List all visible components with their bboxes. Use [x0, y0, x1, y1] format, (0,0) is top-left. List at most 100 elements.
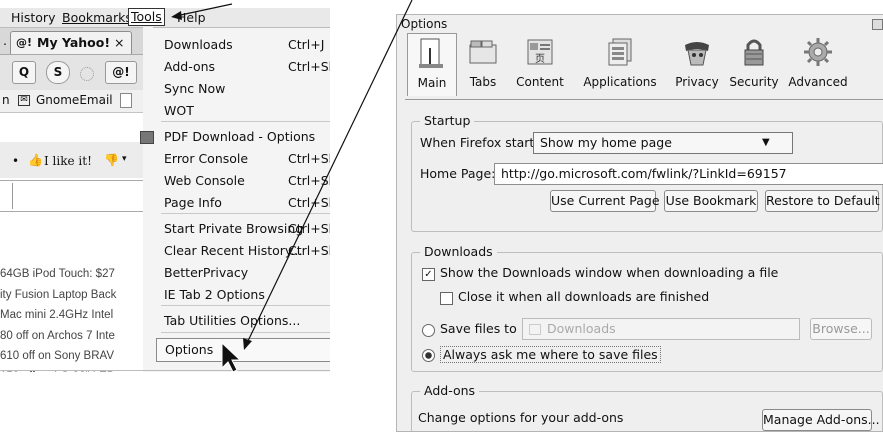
tab-security[interactable]: Security [729, 33, 779, 95]
menu-item-error-console[interactable]: Error Console Ctrl+Sh [164, 148, 330, 170]
deal-item[interactable]: ity Fusion Laptop Back [0, 285, 152, 306]
menu-item-tab-utilities-options[interactable]: Tab Utilities Options... [164, 310, 330, 332]
menu-tools[interactable]: Tools [128, 8, 165, 26]
tab-advanced-label: Advanced [788, 75, 848, 89]
menu-item-start-private-browsing[interactable]: Start Private BrowsingCtrl+Sh [164, 218, 330, 240]
menu-item-shortcut: Ctrl+Sh [288, 243, 330, 258]
gear-icon [803, 37, 833, 67]
menu-item-shortcut: Ctrl+Sh [288, 195, 330, 210]
menu-bookmarks[interactable]: Bookmarks [62, 10, 132, 25]
loading-icon [80, 67, 94, 81]
when-starts-select[interactable]: Show my home page ▼ [533, 132, 793, 154]
bookmark-fragment: n [2, 93, 10, 107]
tab-content[interactable]: 页 Content [510, 33, 570, 95]
menu-item-pdf-download-options[interactable]: PDF Download - Options [140, 126, 330, 148]
menu-help[interactable]: Help [177, 10, 206, 25]
menu-item-web-console[interactable]: Web Console Ctrl+Sh [164, 170, 330, 192]
i-like-it-button[interactable]: I like it! [44, 154, 92, 168]
content-icon: 页 [525, 37, 555, 67]
dialog-title: Options [401, 17, 448, 31]
use-current-page-button[interactable]: Use Current Page [550, 190, 660, 212]
browse-button[interactable]: Browse... [810, 318, 872, 340]
menu-item-label: Web Console [164, 173, 245, 188]
menu-item-shortcut: Ctrl+Sh [288, 221, 330, 236]
downloads-group: Downloads ✓ Show the Downloads window wh… [411, 244, 883, 372]
tab-security-label: Security [729, 75, 779, 89]
close-when-done-checkbox[interactable] [440, 292, 453, 305]
menu-item-label: Clear Recent History... [164, 243, 303, 258]
deal-item[interactable]: Mac mini 2.4GHz Intel [0, 305, 152, 326]
yahoo-toolbar-icon[interactable]: @! [105, 61, 137, 84]
tab-content-label: Content [516, 75, 564, 89]
bookmark-gnomeemail[interactable]: GnomeEmail [36, 93, 113, 107]
main-switch-icon [417, 38, 447, 68]
tab-privacy[interactable]: Privacy [673, 33, 721, 95]
tab-strip: . @! My Yahoo! × [0, 28, 152, 55]
menu-item-sync-now[interactable]: Sync Now [164, 78, 330, 100]
deal-item[interactable]: 64GB iPod Touch: $27 [0, 264, 152, 285]
menu-item-shortcut: Ctrl+J [288, 37, 325, 52]
tab-tabs[interactable]: Tabs [463, 33, 503, 95]
startup-group-title: Startup [420, 113, 475, 128]
window-icon[interactable] [872, 19, 883, 30]
home-page-label: Home Page: [420, 166, 496, 181]
save-files-radio[interactable] [422, 324, 435, 337]
chevron-down-icon[interactable]: ▾ [122, 154, 127, 164]
menu-item-betterprivacy[interactable]: BetterPrivacy [164, 262, 330, 284]
thumb-down-icon[interactable]: 👎 [104, 153, 119, 167]
tab-main[interactable]: Main [407, 33, 457, 96]
download-folder-field: Downloads [522, 318, 800, 340]
wot-icon[interactable]: Q [12, 61, 36, 84]
show-downloads-checkbox[interactable]: ✓ [422, 268, 435, 281]
menu-history[interactable]: History [11, 10, 55, 25]
use-bookmark-button[interactable]: Use Bookmark [664, 190, 758, 212]
tab-advanced[interactable]: Advanced [785, 33, 851, 95]
manage-addons-button[interactable]: Manage Add-ons... [762, 409, 880, 431]
dropdown-arrow-icon: ▼ [762, 137, 770, 148]
tab-tabs-label: Tabs [469, 75, 497, 89]
save-files-label: Save files to [440, 321, 517, 336]
menu-item-label: Add-ons [164, 59, 216, 74]
when-starts-label: When Firefox starts: [420, 135, 546, 150]
menu-item-label: Options [165, 342, 214, 357]
stumble-icon[interactable]: S [46, 61, 70, 84]
browser-window: History Bookmarks Tools Help . @! My Yah… [0, 0, 330, 372]
restore-to-default-button[interactable]: Restore to Default [765, 190, 880, 212]
addons-group: Add-ons Change options for your add-ons … [411, 383, 883, 431]
always-ask-radio[interactable] [422, 349, 435, 362]
email-icon: ✉ [18, 95, 30, 106]
page-area-top [0, 180, 152, 212]
startup-group: Startup When Firefox starts: Show my hom… [411, 113, 883, 232]
menu-item-clear-recent-history[interactable]: Clear Recent History...Ctrl+Sh [164, 240, 330, 262]
menu-item-label: Downloads [164, 37, 233, 52]
menu-item-wot[interactable]: WOT [164, 100, 330, 122]
menu-item-label: Sync Now [164, 81, 226, 96]
menu-item-label: Tab Utilities Options... [164, 313, 301, 328]
menu-item-add-ons[interactable]: Add-ons Ctrl+Sh [164, 56, 330, 78]
menu-item-ie-tab-2-options[interactable]: IE Tab 2 Options [164, 284, 330, 306]
close-when-done-label: Close it when all downloads are finished [458, 289, 710, 304]
tab-applications[interactable]: Applications [580, 33, 660, 95]
always-ask-label: Always ask me where to save files [440, 346, 661, 363]
tab-privacy-label: Privacy [675, 75, 719, 89]
deal-item[interactable]: 610 off on Sony BRAV [0, 346, 152, 367]
menu-bar: History Bookmarks Tools Help [0, 8, 330, 28]
tab-close-icon[interactable]: × [114, 32, 124, 54]
addon-toolbar: • 👍 I like it! 👎 ▾ [0, 142, 152, 178]
thumb-up-icon: 👍 [28, 153, 43, 167]
applications-icon [605, 37, 635, 67]
options-content: Startup When Firefox starts: Show my hom… [405, 99, 883, 431]
menu-item-label: WOT [164, 103, 194, 118]
tab-applications-label: Applications [583, 75, 657, 89]
pdf-icon [140, 131, 154, 144]
menu-item-shortcut: Ctrl+Sh [288, 173, 330, 188]
menu-item-options[interactable]: Options [156, 338, 330, 362]
home-page-input[interactable]: http://go.microsoft.com/fwlink/?LinkId=6… [494, 163, 883, 185]
menu-item-downloads[interactable]: Downloads Ctrl+J [164, 34, 330, 56]
tab-my-yahoo[interactable]: @! My Yahoo! × [10, 31, 132, 54]
menu-separator [161, 332, 330, 333]
deal-item[interactable]: 80 off on Archos 7 Inte [0, 326, 152, 347]
menu-item-shortcut: Ctrl+Sh [288, 151, 330, 166]
menu-item-label: Page Info [164, 195, 222, 210]
menu-item-page-info[interactable]: Page Info Ctrl+Sh [164, 192, 330, 214]
